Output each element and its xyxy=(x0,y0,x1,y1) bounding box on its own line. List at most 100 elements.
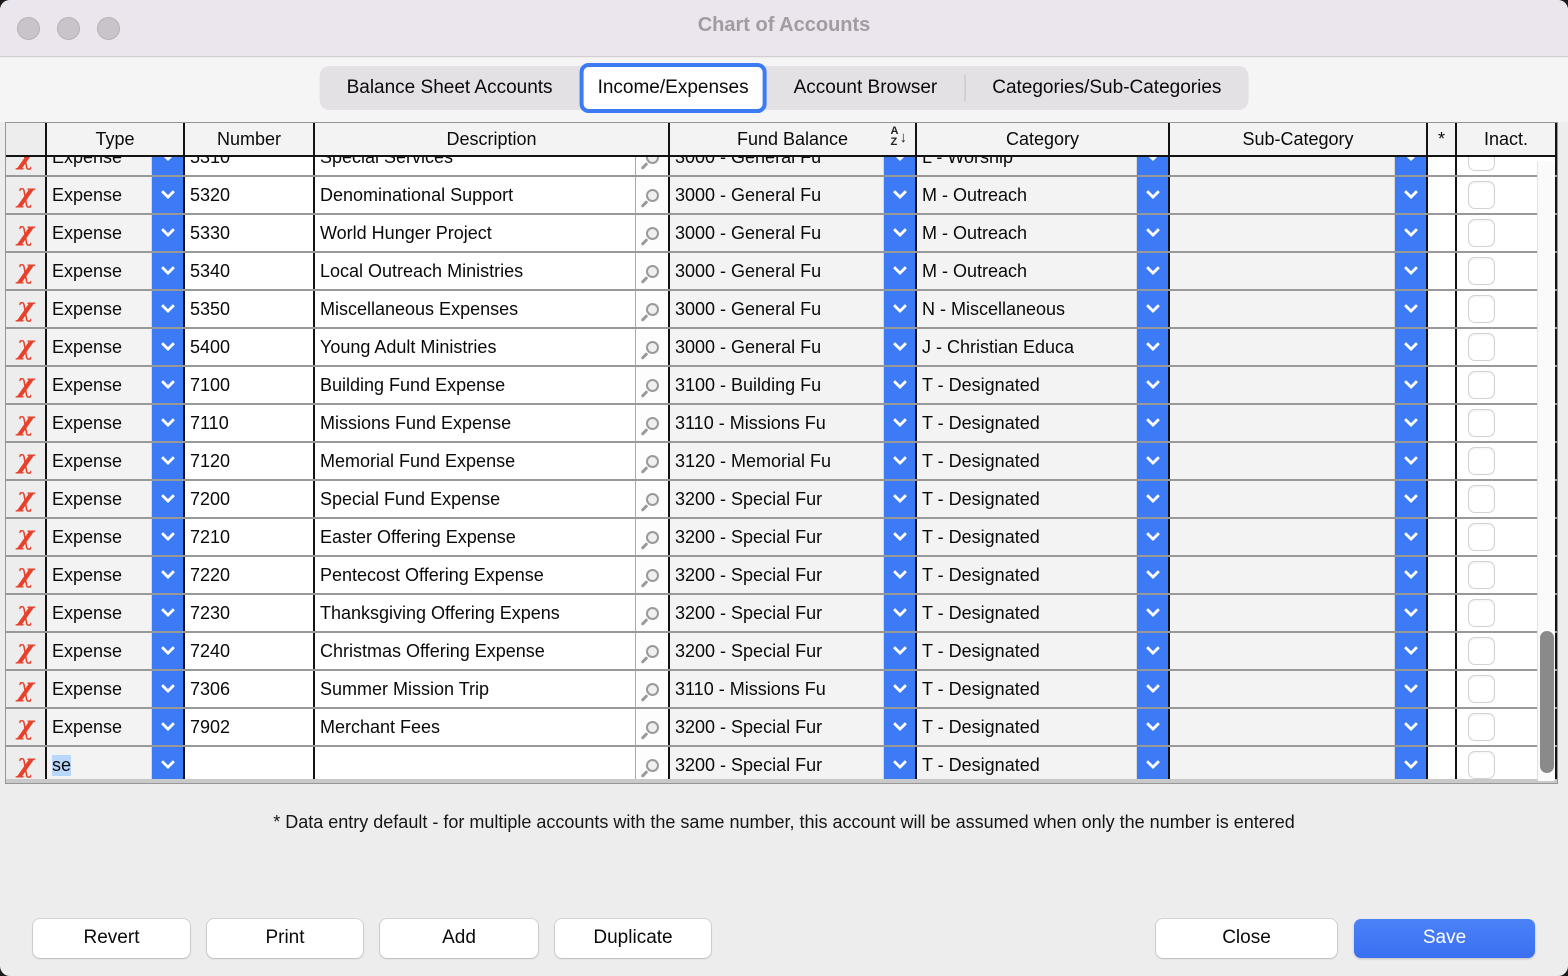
category-dropdown-value[interactable]: T - Designated xyxy=(917,747,1136,779)
category-dropdown-value[interactable]: T - Designated xyxy=(917,709,1136,745)
tab-balance-sheet-accounts[interactable]: Balance Sheet Accounts xyxy=(320,66,580,110)
type-dropdown-button[interactable] xyxy=(151,519,183,555)
inactive-checkbox[interactable] xyxy=(1468,295,1495,323)
delete-cell[interactable]: χ xyxy=(6,747,47,779)
sub-category-dropdown-value[interactable] xyxy=(1170,709,1394,745)
description-input[interactable] xyxy=(315,747,635,779)
type-dropdown-button[interactable] xyxy=(151,595,183,631)
type-dropdown-button[interactable] xyxy=(151,481,183,517)
category-dropdown-value[interactable]: T - Designated xyxy=(917,557,1136,593)
inactive-checkbox[interactable] xyxy=(1468,675,1495,703)
sub-category-dropdown-value[interactable] xyxy=(1170,747,1394,779)
fund-balance-dropdown-button[interactable] xyxy=(883,177,915,213)
description-input[interactable]: Denominational Support xyxy=(315,177,635,213)
category-dropdown-button[interactable] xyxy=(1136,519,1168,555)
number-input[interactable]: 5400 xyxy=(185,329,313,365)
delete-row-icon[interactable]: χ xyxy=(17,157,34,169)
delete-cell[interactable]: χ xyxy=(6,633,47,669)
fund-balance-dropdown-value[interactable]: 3200 - Special Fur xyxy=(670,709,883,745)
number-input[interactable]: 5350 xyxy=(185,291,313,327)
description-input[interactable]: Christmas Offering Expense xyxy=(315,633,635,669)
fund-balance-dropdown-value[interactable]: 3000 - General Fu xyxy=(670,215,883,251)
sub-category-dropdown-button[interactable] xyxy=(1394,709,1426,745)
delete-cell[interactable]: χ xyxy=(6,519,47,555)
sub-category-dropdown-value[interactable] xyxy=(1170,481,1394,517)
delete-cell[interactable]: χ xyxy=(6,595,47,631)
add-button[interactable]: Add xyxy=(380,918,538,958)
description-input[interactable]: Memorial Fund Expense xyxy=(315,443,635,479)
delete-row-icon[interactable]: χ xyxy=(17,485,34,511)
sub-category-dropdown-value[interactable] xyxy=(1170,519,1394,555)
number-input[interactable]: 5320 xyxy=(185,177,313,213)
type-dropdown-value[interactable]: Expense xyxy=(47,443,151,479)
inactive-checkbox[interactable] xyxy=(1468,561,1495,589)
fund-balance-dropdown-button[interactable] xyxy=(883,405,915,441)
category-dropdown-value[interactable]: M - Outreach xyxy=(917,177,1136,213)
description-search-button[interactable] xyxy=(635,253,668,289)
sub-category-dropdown-value[interactable] xyxy=(1170,177,1394,213)
fund-balance-dropdown-button[interactable] xyxy=(883,557,915,593)
save-button[interactable]: Save xyxy=(1354,918,1535,958)
description-search-button[interactable] xyxy=(635,481,668,517)
sort-az-icon[interactable]: A Z ↓ xyxy=(891,126,907,148)
sub-category-dropdown-button[interactable] xyxy=(1394,481,1426,517)
type-dropdown-value[interactable]: se xyxy=(47,747,151,779)
category-dropdown-button[interactable] xyxy=(1136,177,1168,213)
delete-cell[interactable]: χ xyxy=(6,215,47,251)
sub-category-dropdown-button[interactable] xyxy=(1394,329,1426,365)
description-input[interactable]: Local Outreach Ministries xyxy=(315,253,635,289)
default-star-cell[interactable] xyxy=(1428,253,1457,289)
number-input[interactable]: 5310 xyxy=(185,157,313,175)
inactive-checkbox[interactable] xyxy=(1468,485,1495,513)
default-star-cell[interactable] xyxy=(1428,595,1457,631)
default-star-cell[interactable] xyxy=(1428,157,1457,175)
inactive-checkbox[interactable] xyxy=(1468,333,1495,361)
category-dropdown-button[interactable] xyxy=(1136,747,1168,779)
sub-category-dropdown-button[interactable] xyxy=(1394,405,1426,441)
type-dropdown-button[interactable] xyxy=(151,291,183,327)
sub-category-dropdown-value[interactable] xyxy=(1170,557,1394,593)
fund-balance-dropdown-button[interactable] xyxy=(883,633,915,669)
number-input[interactable]: 7240 xyxy=(185,633,313,669)
fund-balance-dropdown-value[interactable]: 3120 - Memorial Fu xyxy=(670,443,883,479)
default-star-cell[interactable] xyxy=(1428,329,1457,365)
category-dropdown-button[interactable] xyxy=(1136,557,1168,593)
number-input[interactable]: 7210 xyxy=(185,519,313,555)
default-star-cell[interactable] xyxy=(1428,367,1457,403)
category-dropdown-button[interactable] xyxy=(1136,253,1168,289)
delete-row-icon[interactable]: χ xyxy=(17,257,34,283)
description-input[interactable]: Miscellaneous Expenses xyxy=(315,291,635,327)
description-search-button[interactable] xyxy=(635,329,668,365)
description-input[interactable]: Summer Mission Trip xyxy=(315,671,635,707)
delete-cell[interactable]: χ xyxy=(6,329,47,365)
fund-balance-dropdown-button[interactable] xyxy=(883,747,915,779)
fund-balance-dropdown-button[interactable] xyxy=(883,671,915,707)
number-input[interactable]: 7100 xyxy=(185,367,313,403)
type-dropdown-value[interactable]: Expense xyxy=(47,329,151,365)
description-search-button[interactable] xyxy=(635,557,668,593)
sub-category-dropdown-button[interactable] xyxy=(1394,557,1426,593)
type-dropdown-button[interactable] xyxy=(151,253,183,289)
description-search-button[interactable] xyxy=(635,595,668,631)
type-dropdown-button[interactable] xyxy=(151,157,183,175)
fund-balance-dropdown-value[interactable]: 3000 - General Fu xyxy=(670,291,883,327)
delete-row-icon[interactable]: χ xyxy=(17,523,34,549)
inactive-checkbox[interactable] xyxy=(1468,447,1495,475)
category-dropdown-value[interactable]: T - Designated xyxy=(917,595,1136,631)
category-dropdown-button[interactable] xyxy=(1136,709,1168,745)
category-dropdown-value[interactable]: T - Designated xyxy=(917,405,1136,441)
sub-category-dropdown-value[interactable] xyxy=(1170,253,1394,289)
sub-category-dropdown-button[interactable] xyxy=(1394,633,1426,669)
sub-category-dropdown-value[interactable] xyxy=(1170,291,1394,327)
type-dropdown-button[interactable] xyxy=(151,557,183,593)
fund-balance-dropdown-value[interactable]: 3100 - Building Fu xyxy=(670,367,883,403)
category-dropdown-button[interactable] xyxy=(1136,671,1168,707)
description-search-button[interactable] xyxy=(635,367,668,403)
type-dropdown-value[interactable]: Expense xyxy=(47,557,151,593)
description-search-button[interactable] xyxy=(635,519,668,555)
fund-balance-dropdown-value[interactable]: 3110 - Missions Fu xyxy=(670,405,883,441)
description-search-button[interactable] xyxy=(635,671,668,707)
delete-cell[interactable]: χ xyxy=(6,671,47,707)
sub-category-dropdown-value[interactable] xyxy=(1170,329,1394,365)
category-dropdown-button[interactable] xyxy=(1136,329,1168,365)
